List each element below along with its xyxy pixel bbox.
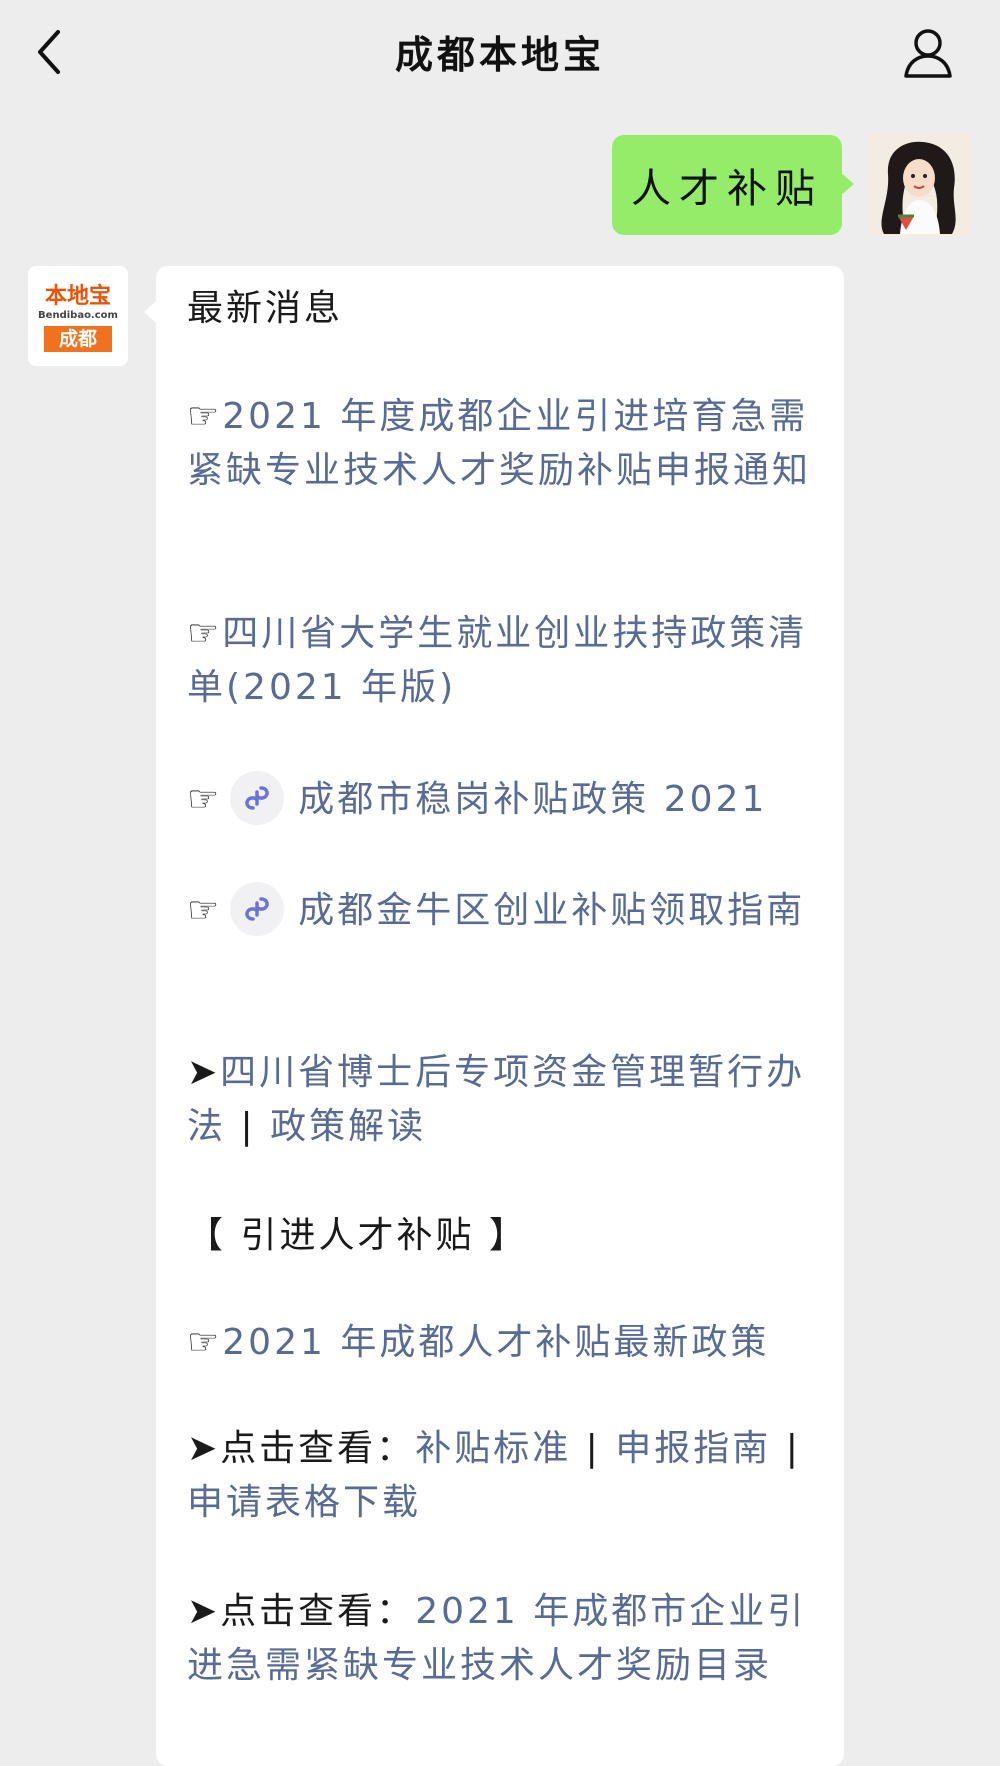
arrow-icon: ➤: [187, 1052, 221, 1093]
pointing-hand-icon: ☞: [187, 1322, 223, 1363]
click-to-view-label: 点击查看：: [220, 1591, 416, 1632]
bot-avatar-domain: Bendibao.com: [38, 310, 118, 321]
link-talent-subsidy-notice[interactable]: 2021 年度成都企业引进培育急需紧缺专业技术人才奖励补贴申报通知: [187, 396, 811, 491]
link-application-guide[interactable]: 申报指南: [615, 1428, 771, 1469]
arrow-icon: ➤: [187, 1428, 221, 1469]
list-item: ☞ 成都市稳岗补贴政策 2021: [187, 771, 817, 827]
bot-avatar-city: 成都: [44, 326, 112, 352]
bot-avatar[interactable]: 本地宝 Bendibao.com 成都: [28, 266, 128, 366]
user-avatar[interactable]: [868, 134, 971, 237]
message-heading: 最新消息: [187, 288, 344, 329]
list-item: ☞四川省大学生就业创业扶持政策清单(2021 年版): [187, 607, 817, 715]
section-heading: 【 引进人才补贴 】: [187, 1215, 528, 1256]
list-item: ☞2021 年成都人才补贴最新政策: [187, 1316, 817, 1370]
outgoing-bubble-tail: [840, 172, 854, 196]
list-item: ☞2021 年度成都企业引进培育急需紧缺专业技术人才奖励补贴申报通知: [187, 390, 817, 498]
user-avatar-illustration: [868, 134, 971, 237]
pointing-hand-icon: ☞: [187, 890, 223, 931]
list-item: ☞ 成都金牛区创业补贴领取指南: [187, 882, 817, 938]
link-graduate-policy-list[interactable]: 四川省大学生就业创业扶持政策清单(2021 年版): [187, 613, 807, 708]
link-jinniu-startup-subsidy[interactable]: 成都金牛区创业补贴领取指南: [298, 890, 805, 931]
top-navigation-bar: 成都本地宝: [0, 0, 1000, 104]
link-form-download[interactable]: 申请表格下载: [187, 1482, 421, 1523]
mini-program-link-icon: [230, 882, 285, 936]
list-item: ➤点击查看：补贴标准 | 申报指南 | 申请表格下载: [187, 1422, 817, 1530]
profile-icon[interactable]: [900, 26, 956, 80]
pointing-hand-icon: ☞: [187, 613, 223, 654]
list-item: ➤点击查看：2021 年成都市企业引进急需紧缺专业技术人才奖励目录: [187, 1585, 817, 1693]
pointing-hand-icon: ☞: [187, 779, 223, 820]
link-policy-interpretation[interactable]: 政策解读: [270, 1106, 426, 1147]
link-subsidy-standard[interactable]: 补贴标准: [415, 1428, 571, 1469]
link-job-stabilization-policy[interactable]: 成都市稳岗补贴政策 2021: [298, 779, 767, 820]
link-latest-talent-policy[interactable]: 2021 年成都人才补贴最新政策: [222, 1322, 769, 1363]
mini-program-link-icon: [230, 771, 285, 825]
list-item: ➤四川省博士后专项资金管理暂行办法 | 政策解读: [187, 1046, 817, 1154]
separator: |: [240, 1106, 256, 1147]
outgoing-message-bubble[interactable]: 人才补贴: [612, 135, 842, 235]
page-title: 成都本地宝: [394, 33, 605, 77]
bot-avatar-brand: 本地宝: [44, 284, 111, 309]
arrow-icon: ➤: [187, 1591, 221, 1632]
pointing-hand-icon: ☞: [187, 396, 223, 437]
separator: |: [785, 1428, 801, 1469]
separator: |: [585, 1428, 601, 1469]
click-to-view-label: 点击查看：: [220, 1428, 416, 1469]
